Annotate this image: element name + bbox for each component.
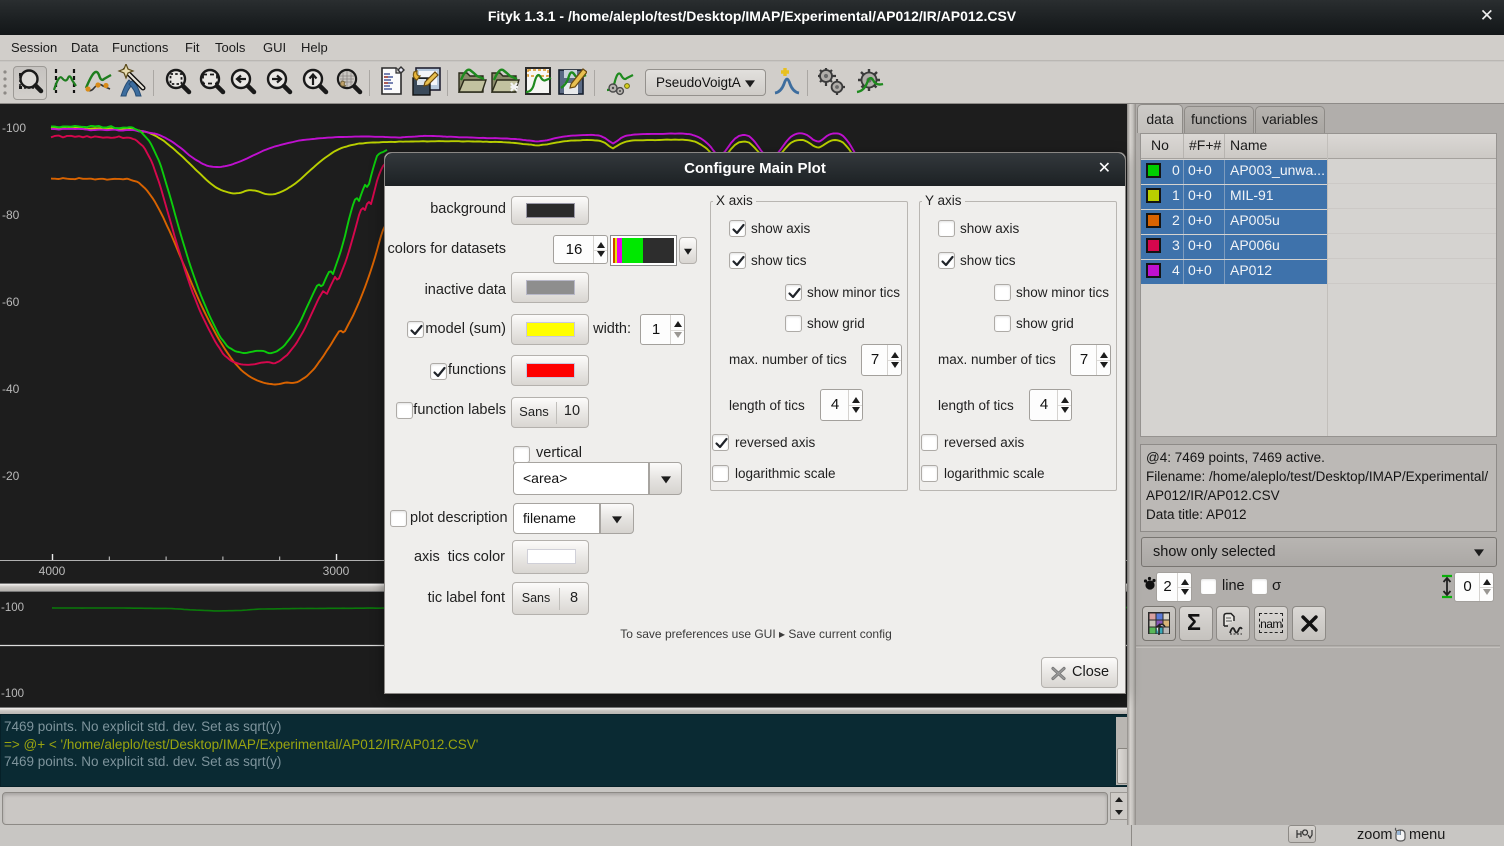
svg-text:-100: -100 [1, 602, 24, 614]
svg-text:-60: -60 [2, 295, 20, 309]
svg-text:-40: -40 [2, 382, 20, 396]
svg-text:3000: 3000 [323, 564, 350, 578]
svg-text:4000: 4000 [39, 564, 66, 578]
svg-text:-20: -20 [2, 469, 20, 483]
svg-text:-100: -100 [1, 688, 24, 700]
svg-text:-80: -80 [2, 208, 20, 222]
svg-text:-100: -100 [2, 121, 26, 135]
